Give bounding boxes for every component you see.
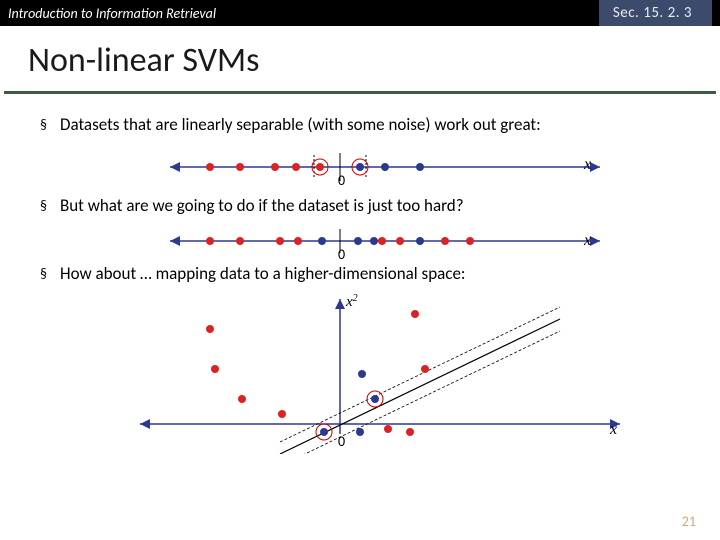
course-title: Introduction to Information Retrieval — [8, 5, 216, 22]
bullet-mark: § — [40, 195, 60, 216]
page-number: 21 — [682, 513, 696, 530]
bullet-mark: § — [40, 114, 60, 135]
slide-title: Non-linear SVMs — [28, 40, 692, 81]
x-label: x — [583, 156, 591, 173]
bullet-2: § But what are we going to do if the dat… — [40, 195, 692, 216]
x-label: x — [583, 232, 591, 249]
figure-2d-mapping: 0 x x2 — [40, 294, 680, 454]
x-label: x — [609, 421, 617, 438]
zero-label: 0 — [338, 246, 345, 263]
zero-label: 0 — [338, 172, 345, 189]
content-area: § Datasets that are linearly separable (… — [0, 94, 720, 454]
x2-label: x2 — [345, 294, 358, 310]
figure-separable-1d: 0 x — [40, 145, 660, 189]
zero-label: 0 — [338, 433, 345, 450]
bullet-mark: § — [40, 263, 60, 284]
title-area: Non-linear SVMs — [0, 26, 720, 87]
bullet-3: § How about … mapping data to a higher-d… — [40, 263, 692, 284]
figure-nonseparable-1d: 0 x — [40, 227, 660, 263]
section-label: Sec. 15. 2. 3 — [599, 0, 712, 26]
bullet-text: How about … mapping data to a higher-dim… — [60, 263, 465, 284]
bullet-text: But what are we going to do if the datas… — [60, 195, 464, 216]
bullet-1: § Datasets that are linearly separable (… — [40, 114, 692, 135]
bullet-text: Datasets that are linearly separable (wi… — [60, 114, 541, 135]
top-bar: Introduction to Information Retrieval Se… — [0, 0, 720, 26]
